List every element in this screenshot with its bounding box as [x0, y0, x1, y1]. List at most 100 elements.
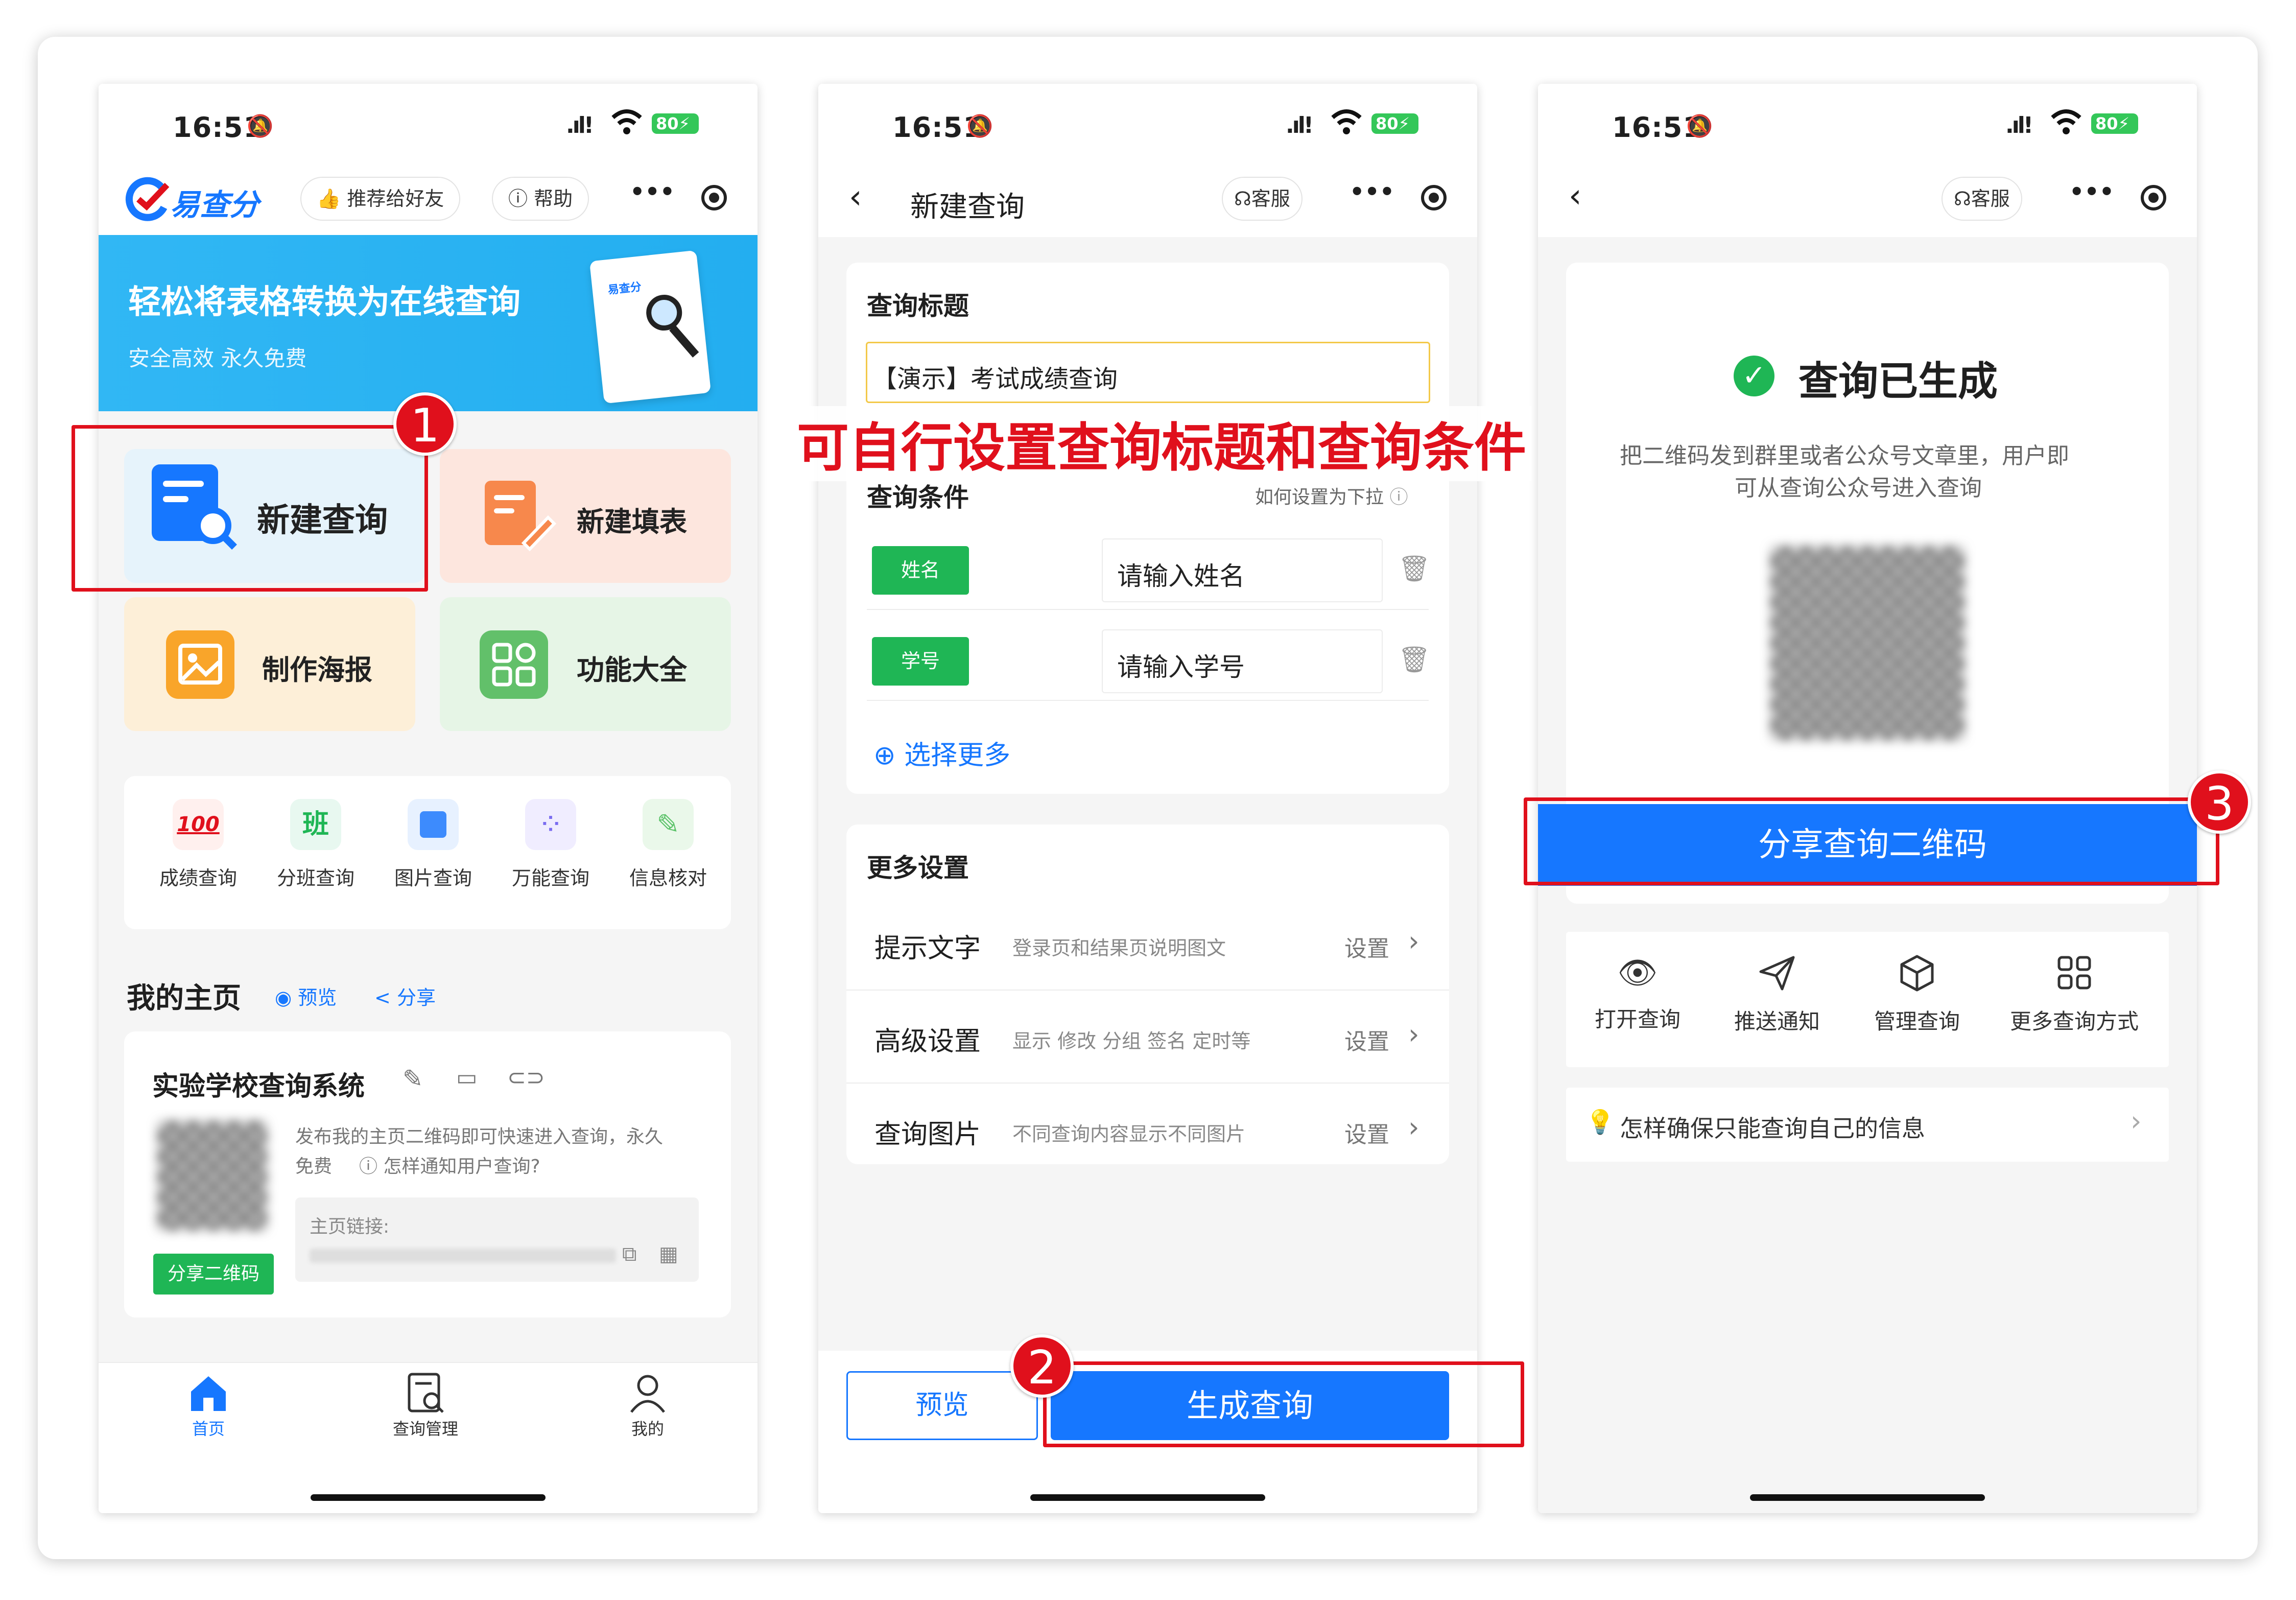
- banner-subtitle: 安全高效 永久免费: [128, 346, 307, 371]
- recommend-button[interactable]: 👍 推荐给好友: [300, 177, 461, 221]
- share-icon: <: [374, 986, 391, 1009]
- home-indicator: [311, 1494, 546, 1501]
- grid-icon: [2057, 956, 2091, 990]
- home-icon: [191, 1376, 226, 1411]
- status-bar: 16:51 🔕 .ıl! 80⚡: [99, 84, 758, 166]
- preview-button[interactable]: 预览: [846, 1371, 1038, 1440]
- preview-link[interactable]: ◉ 预览: [275, 982, 337, 1010]
- query-title-label: 查询标题: [867, 291, 969, 321]
- chevron-right-icon: ›: [1408, 1111, 1419, 1143]
- features-grid-icon: [480, 630, 548, 699]
- action-more-methods[interactable]: 更多查询方式: [1993, 952, 2156, 1036]
- toggle-icon[interactable]: ⊂⊃: [507, 1065, 545, 1091]
- my-home-title: 我的主页: [127, 982, 241, 1015]
- home-link-box: 主页链接: ⧉ ▦: [295, 1197, 699, 1282]
- battery-indicator: 80⚡: [2091, 113, 2138, 134]
- copy-icon[interactable]: ⧉: [622, 1242, 637, 1266]
- action-open-query[interactable]: 👁 打开查询: [1581, 952, 1694, 1033]
- eye-icon: ◉: [275, 986, 292, 1009]
- tile-make-poster[interactable]: 制作海报: [124, 597, 415, 731]
- class-icon: 班: [290, 799, 341, 850]
- page-title: 新建查询: [910, 191, 1025, 224]
- trash-icon[interactable]: 🗑: [1398, 554, 1430, 584]
- back-arrow-icon[interactable]: ‹: [1569, 180, 1582, 213]
- lightbulb-icon: 💡: [1585, 1108, 1615, 1136]
- select-more-link[interactable]: ⊕ 选择更多: [873, 734, 1010, 772]
- customer-service-button[interactable]: ☊客服: [1222, 177, 1303, 221]
- notify-link[interactable]: ⓘ 怎样通知用户查询?: [359, 1151, 540, 1178]
- headset-icon: ☊: [1954, 187, 1971, 210]
- help-icon: ⓘ: [1389, 487, 1408, 508]
- tab-query-management[interactable]: 查询管理: [374, 1371, 477, 1440]
- headset-icon: ☊: [1234, 187, 1251, 210]
- settings-row-hint-text[interactable]: 提示文字 登录页和结果页说明图文 设置 ›: [846, 899, 1449, 991]
- publish-text-2: 免费: [295, 1156, 333, 1177]
- result-desc-line2: 可从查询公众号进入查询: [1735, 475, 1982, 501]
- settings-row-advanced[interactable]: 高级设置 显示 修改 分组 签名 定时等 设置 ›: [846, 992, 1449, 1084]
- customer-service-button[interactable]: ☊客服: [1942, 177, 2022, 221]
- mute-bell-icon: 🔕: [1686, 113, 1713, 138]
- help-button[interactable]: ⓘ 帮助: [492, 177, 589, 221]
- close-target-icon[interactable]: [701, 185, 727, 210]
- quick-item-score[interactable]: 100 成绩查询: [147, 799, 249, 911]
- 100-score-icon: 100: [173, 799, 224, 850]
- query-qr-code: [1770, 546, 1964, 740]
- query-conditions-label: 查询条件: [867, 483, 969, 512]
- tab-mine[interactable]: 我的: [604, 1371, 691, 1440]
- wifi-icon: [2051, 109, 2081, 134]
- tile-new-form[interactable]: 新建填表: [440, 449, 731, 583]
- tab-home[interactable]: 首页: [165, 1371, 252, 1440]
- edit-icon[interactable]: ✎: [403, 1065, 423, 1093]
- tip-row[interactable]: 💡 怎样确保只能查询自己的信息 ›: [1566, 1088, 2169, 1162]
- condition-input[interactable]: 请输入姓名: [1102, 538, 1383, 602]
- annotation-text: 可自行设置查询标题和查询条件: [792, 406, 1531, 481]
- more-dots-icon[interactable]: •••: [1350, 178, 1394, 205]
- more-dots-icon[interactable]: •••: [2069, 178, 2114, 205]
- quick-item-verify[interactable]: ✎ 信息核对: [617, 799, 719, 911]
- grid-icon: ⁘: [525, 799, 576, 850]
- banner[interactable]: 轻松将表格转换为在线查询 安全高效 永久免费 易查分: [99, 235, 758, 411]
- signal-icon: .ıl!: [2005, 112, 2033, 138]
- homepage-qr-code: [157, 1121, 267, 1231]
- quick-item-class[interactable]: 班 分班查询: [265, 799, 367, 911]
- tile-label: 功能大全: [577, 654, 687, 686]
- mute-bell-icon: 🔕: [247, 113, 274, 138]
- home-link-url: [310, 1249, 616, 1263]
- condition-tag[interactable]: 学号: [872, 637, 969, 686]
- send-icon: [1759, 956, 1795, 991]
- query-manage-icon: [408, 1373, 444, 1413]
- action-push-notify[interactable]: 推送通知: [1721, 952, 1833, 1036]
- check-doc-icon: ✎: [643, 799, 694, 850]
- publish-text: 发布我的主页二维码即可快速进入查询，永久: [295, 1126, 664, 1147]
- settings-row-query-image[interactable]: 查询图片 不同查询内容显示不同图片 设置 ›: [846, 1085, 1449, 1166]
- share-qr-button[interactable]: 分享二维码: [153, 1254, 274, 1295]
- more-dots-icon[interactable]: •••: [630, 178, 675, 205]
- more-settings-title: 更多设置: [867, 853, 969, 883]
- share-link[interactable]: < 分享: [374, 982, 436, 1010]
- trash-icon[interactable]: 🗑: [1398, 645, 1430, 675]
- condition-row: 学号 请输入学号 🗑: [867, 624, 1430, 701]
- close-target-icon[interactable]: [2141, 185, 2166, 210]
- qr-code-icon[interactable]: ▦: [659, 1242, 678, 1266]
- dropdown-help-link[interactable]: 如何设置为下拉 ⓘ: [1255, 482, 1408, 509]
- wifi-icon: [1331, 109, 1362, 134]
- banner-document-illustration: 易查分: [589, 250, 712, 404]
- mute-bell-icon: 🔕: [966, 113, 993, 138]
- condition-input[interactable]: 请输入学号: [1102, 629, 1383, 693]
- quick-item-universal[interactable]: ⁘ 万能查询: [500, 799, 602, 911]
- image-icon[interactable]: ▭: [456, 1065, 478, 1091]
- query-title-input[interactable]: 【演示】考试成绩查询: [866, 342, 1430, 403]
- close-target-icon[interactable]: [1421, 185, 1447, 210]
- step-badge-1: 1: [393, 392, 457, 456]
- quick-item-picture[interactable]: 图片查询: [382, 799, 484, 911]
- banner-title: 轻松将表格转换为在线查询: [128, 284, 520, 321]
- condition-tag[interactable]: 姓名: [872, 546, 969, 595]
- back-arrow-icon[interactable]: ‹: [849, 181, 862, 214]
- plus-circle-icon: ⊕: [873, 740, 896, 771]
- wifi-icon: [611, 109, 642, 134]
- tile-all-features[interactable]: 功能大全: [440, 597, 731, 731]
- highlight-new-query: [72, 425, 428, 592]
- signal-icon: .ıl!: [1286, 112, 1314, 138]
- chevron-right-icon: ›: [2131, 1105, 2142, 1137]
- action-manage-query[interactable]: 管理查询: [1861, 952, 1973, 1036]
